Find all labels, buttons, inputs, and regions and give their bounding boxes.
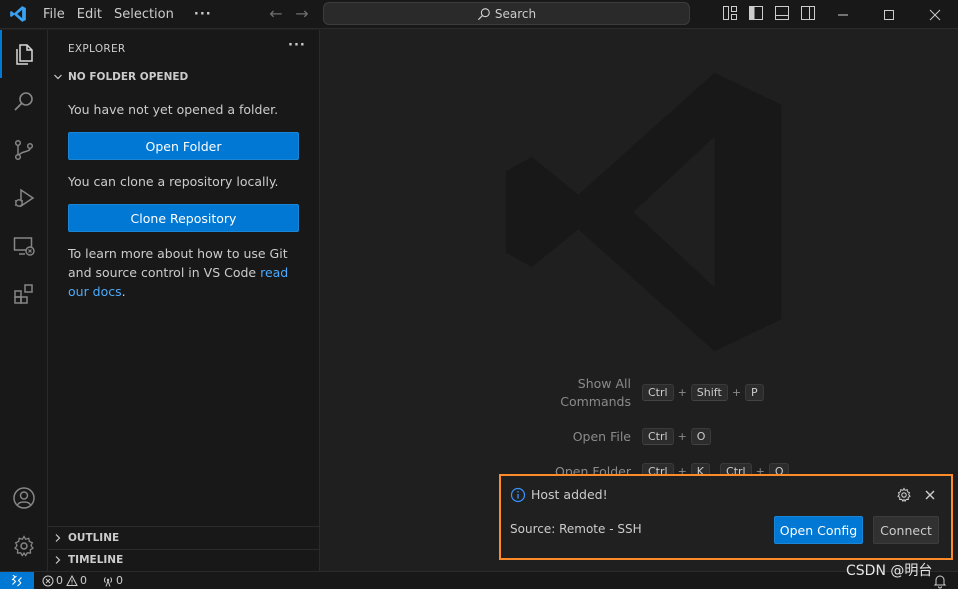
- menu-file[interactable]: File: [43, 7, 65, 22]
- key-shift: Shift: [690, 384, 728, 401]
- section-outline-label: OUTLINE: [68, 532, 120, 544]
- chevron-right-icon: [55, 556, 61, 564]
- status-bar: 0 0 0: [0, 571, 958, 589]
- notification-message: Host added!: [531, 487, 608, 502]
- customize-layout-icon[interactable]: [722, 5, 740, 23]
- ports-indicator[interactable]: 0: [102, 574, 126, 587]
- gear-icon[interactable]: [896, 487, 912, 503]
- account-icon: [13, 487, 35, 509]
- bell-icon[interactable]: [932, 573, 948, 589]
- key-ctrl: Ctrl: [642, 428, 674, 445]
- key-p: P: [745, 384, 764, 401]
- notification-source: Source: Remote - SSH: [510, 522, 642, 536]
- menu-bar: File Edit Selection ···: [43, 0, 224, 29]
- remote-icon: [11, 574, 22, 586]
- search-icon: [477, 7, 490, 20]
- search-label: Search: [494, 6, 537, 21]
- open-config-button[interactable]: Open Config: [774, 516, 863, 544]
- notification-body: Host added! Source: Remote - SSH Open Co…: [501, 476, 951, 558]
- remote-explorer-icon: [13, 237, 35, 256]
- show-all-line1: Show All: [577, 376, 631, 391]
- error-icon: [42, 575, 54, 586]
- source-control-icon: [14, 139, 34, 161]
- activity-remote-explorer[interactable]: [0, 222, 48, 270]
- warning-icon: [66, 574, 78, 586]
- key-plus: +: [677, 430, 687, 443]
- section-no-folder-label: NO FOLDER OPENED: [68, 71, 189, 83]
- learn-more-body: To learn more about how to use Git and s…: [68, 246, 288, 280]
- explorer-sidebar: EXPLORER ··· NO FOLDER OPENED You have n…: [48, 30, 320, 571]
- learn-more-text: To learn more about how to use Git and s…: [68, 244, 304, 301]
- chevron-right-icon: [55, 534, 61, 542]
- title-bar: File Edit Selection ··· ← → Search: [0, 0, 958, 29]
- maximize-button[interactable]: [866, 0, 912, 29]
- search-icon: [14, 92, 33, 111]
- close-icon: [929, 9, 941, 20]
- key-plus: +: [731, 386, 742, 399]
- maximize-icon: [884, 9, 894, 20]
- activity-extensions[interactable]: [0, 270, 48, 318]
- activity-run-debug[interactable]: [0, 174, 48, 222]
- open-file-keys: Ctrl + O: [642, 428, 712, 445]
- error-count: 0: [56, 574, 63, 587]
- learn-more-end: .: [121, 284, 126, 299]
- files-icon: [16, 44, 33, 65]
- show-all-commands-keys: Ctrl + Shift + P: [642, 384, 764, 401]
- csdn-credit-watermark: CSDN @明台: [846, 563, 933, 579]
- close-icon[interactable]: [922, 487, 938, 503]
- section-timeline[interactable]: TIMELINE: [48, 549, 319, 571]
- activity-manage[interactable]: [0, 522, 48, 570]
- problems-indicator[interactable]: 0 0: [42, 574, 90, 587]
- gear-icon: [14, 535, 34, 557]
- connect-button[interactable]: Connect: [873, 516, 939, 544]
- back-arrow-icon[interactable]: ←: [267, 5, 285, 23]
- run-debug-icon: [14, 188, 35, 208]
- close-window-button[interactable]: [912, 0, 958, 29]
- menu-selection[interactable]: Selection: [114, 7, 174, 22]
- warning-count: 0: [80, 574, 87, 587]
- show-all-commands-label: Show All Commands: [520, 375, 631, 411]
- no-folder-text: You have not yet opened a folder.: [68, 102, 279, 117]
- toggle-panel-icon[interactable]: [774, 5, 792, 23]
- activity-explorer[interactable]: [0, 30, 48, 78]
- key-ctrl: Ctrl: [642, 384, 674, 401]
- sidebar-title: EXPLORER: [68, 43, 126, 55]
- vscode-logo-icon: [10, 6, 26, 22]
- section-outline[interactable]: OUTLINE: [48, 527, 319, 549]
- menu-more[interactable]: ···: [194, 7, 212, 22]
- section-timeline-label: TIMELINE: [68, 554, 124, 566]
- info-icon: [510, 487, 526, 503]
- activity-bar: [0, 30, 48, 571]
- section-no-folder[interactable]: NO FOLDER OPENED: [48, 66, 319, 88]
- layout-controls: [722, 5, 826, 23]
- activity-source-control[interactable]: [0, 126, 48, 174]
- extensions-icon: [14, 284, 33, 304]
- sidebar-more-actions[interactable]: ···: [288, 38, 306, 53]
- activity-accounts[interactable]: [0, 474, 48, 522]
- clone-repository-button[interactable]: Clone Repository: [68, 204, 299, 232]
- key-plus: +: [677, 386, 687, 399]
- open-file-label: Open File: [572, 429, 631, 444]
- notification-toast: Host added! Source: Remote - SSH Open Co…: [499, 474, 953, 560]
- minimize-button[interactable]: [820, 0, 866, 29]
- toggle-secondary-sidebar-icon[interactable]: [800, 5, 818, 23]
- ports-count: 0: [116, 574, 123, 587]
- clone-text: You can clone a repository locally.: [68, 174, 279, 189]
- remote-indicator[interactable]: [0, 571, 34, 589]
- forward-arrow-icon[interactable]: →: [293, 5, 311, 23]
- minimize-icon: [838, 14, 848, 15]
- activity-search[interactable]: [0, 78, 48, 126]
- chevron-down-icon: [54, 74, 62, 80]
- key-o: O: [690, 428, 712, 445]
- show-all-line2: Commands: [560, 394, 631, 409]
- command-center-search[interactable]: Search: [323, 2, 690, 25]
- vscode-watermark-icon: [505, 72, 782, 352]
- broadcast-icon: [103, 576, 113, 587]
- toggle-primary-sidebar-icon[interactable]: [748, 5, 766, 23]
- open-folder-button[interactable]: Open Folder: [68, 132, 299, 160]
- menu-edit[interactable]: Edit: [77, 7, 102, 22]
